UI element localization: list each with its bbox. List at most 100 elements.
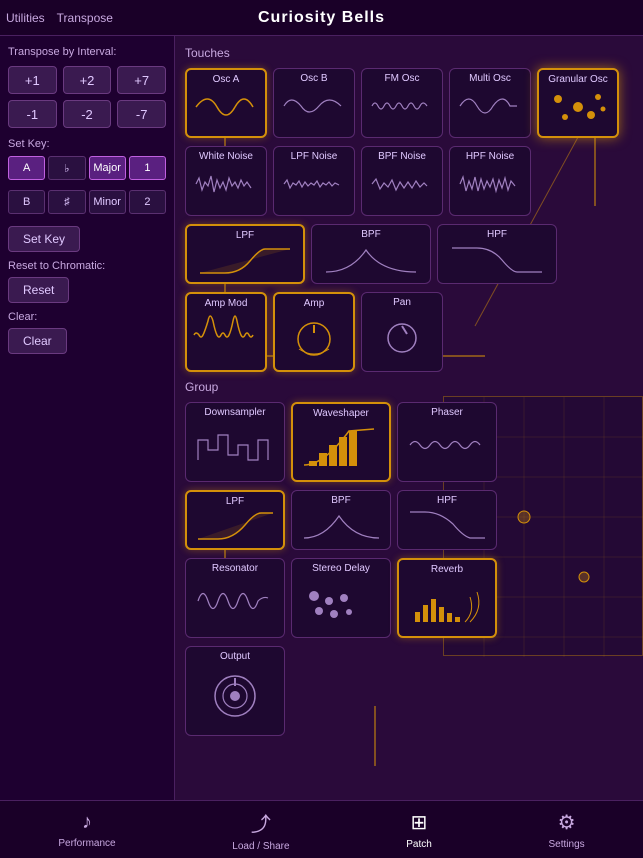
- key-sharp[interactable]: ♯: [48, 190, 85, 214]
- resonator-module[interactable]: Resonator: [185, 558, 285, 638]
- reverb-label: Reverb: [431, 564, 463, 575]
- amp-row: Amp Mod Amp Pan: [185, 292, 633, 372]
- patch-icon: ⊞: [411, 810, 428, 835]
- granular-osc-module[interactable]: Granular Osc: [537, 68, 619, 138]
- performance-icon: ♪: [82, 811, 92, 834]
- key-flat[interactable]: ♭: [48, 156, 85, 180]
- settings-label: Settings: [549, 839, 585, 850]
- amp-module[interactable]: Amp: [273, 292, 355, 372]
- clear-label: Clear:: [8, 311, 166, 323]
- lpf-noise-label: LPF Noise: [291, 151, 338, 162]
- output-wave: [190, 664, 280, 719]
- key-b[interactable]: B: [8, 190, 45, 214]
- stereo-delay-module[interactable]: Stereo Delay: [291, 558, 391, 638]
- footer: ♪ Performance ⤴ Load / Share ⊞ Patch ⚙ S…: [0, 800, 643, 858]
- interval-plus1[interactable]: +1: [8, 66, 57, 94]
- interval-minus1[interactable]: -1: [8, 100, 57, 128]
- effects-row: Resonator Stereo Delay: [185, 558, 633, 638]
- hpf-noise-module[interactable]: HPF Noise: [449, 146, 531, 216]
- multi-osc-module[interactable]: Multi Osc: [449, 68, 531, 138]
- g-bpf-wave: [296, 508, 386, 544]
- key-1[interactable]: 1: [129, 156, 166, 180]
- performance-label: Performance: [58, 838, 115, 849]
- lpf-noise-module[interactable]: LPF Noise: [273, 146, 355, 216]
- stereo-delay-wave: [296, 576, 386, 626]
- hpf-noise-wave: [454, 164, 526, 204]
- bpf-noise-wave: [366, 164, 438, 204]
- load-share-icon: ⤴: [251, 808, 271, 837]
- key-minor[interactable]: Minor: [89, 190, 126, 214]
- hpf-noise-label: HPF Noise: [466, 151, 514, 162]
- utilities-link[interactable]: Utilities: [6, 11, 45, 25]
- white-noise-label: White Noise: [199, 151, 253, 162]
- g-lpf-module[interactable]: LPF: [185, 490, 285, 550]
- load-share-label: Load / Share: [232, 841, 289, 852]
- transpose-label: Transpose by Interval:: [8, 46, 166, 58]
- output-row: Output: [185, 646, 633, 736]
- interval-row-neg: -1 -2 -7: [8, 100, 166, 128]
- white-noise-module[interactable]: White Noise: [185, 146, 267, 216]
- reverb-wave: [403, 577, 491, 627]
- footer-load-share[interactable]: ⤴ Load / Share: [232, 808, 289, 852]
- g-lpf-wave: [191, 509, 279, 545]
- header-nav[interactable]: Utilities Transpose: [6, 11, 113, 25]
- set-key-label: Set Key:: [8, 138, 166, 150]
- touches-title: Touches: [185, 46, 633, 60]
- filter-row: LPF BPF HPF: [185, 224, 633, 284]
- downsampler-module[interactable]: Downsampler: [185, 402, 285, 482]
- amp-mod-label: Amp Mod: [205, 298, 248, 309]
- waveshaper-module[interactable]: Waveshaper: [291, 402, 391, 482]
- g-hpf-module[interactable]: HPF: [397, 490, 497, 550]
- footer-settings[interactable]: ⚙ Settings: [549, 810, 585, 850]
- amp-mod-module[interactable]: Amp Mod: [185, 292, 267, 372]
- oscillator-row: Osc A Osc B FM Osc Multi Osc: [185, 68, 633, 138]
- interval-plus7[interactable]: +7: [117, 66, 166, 94]
- downsampler-wave: [190, 420, 280, 470]
- amp-mod-wave: [191, 311, 261, 359]
- lpf-module[interactable]: LPF: [185, 224, 305, 284]
- bpf-module[interactable]: BPF: [311, 224, 431, 284]
- lpf-wave: [191, 243, 299, 279]
- hpf-wave: [442, 242, 552, 278]
- key-major[interactable]: Major: [89, 156, 126, 180]
- osc-b-label: Osc B: [300, 73, 327, 84]
- lpf-noise-wave: [278, 164, 350, 204]
- fm-osc-module[interactable]: FM Osc: [361, 68, 443, 138]
- bpf-label: BPF: [361, 229, 380, 240]
- stereo-delay-label: Stereo Delay: [312, 563, 370, 574]
- waveshaper-label: Waveshaper: [313, 408, 369, 419]
- phaser-label: Phaser: [431, 407, 463, 418]
- amp-label: Amp: [304, 298, 325, 309]
- clear-button[interactable]: Clear: [8, 328, 67, 354]
- transpose-link[interactable]: Transpose: [57, 11, 113, 25]
- white-noise-wave: [190, 164, 262, 204]
- set-key-button[interactable]: Set Key: [8, 226, 80, 252]
- granular-osc-label: Granular Osc: [548, 74, 607, 85]
- hpf-module[interactable]: HPF: [437, 224, 557, 284]
- page-title: Curiosity Bells: [258, 9, 385, 27]
- g-bpf-module[interactable]: BPF: [291, 490, 391, 550]
- g-bpf-label: BPF: [331, 495, 350, 506]
- osc-b-module[interactable]: Osc B: [273, 68, 355, 138]
- reverb-module[interactable]: Reverb: [397, 558, 497, 638]
- g-lpf-label: LPF: [226, 496, 244, 507]
- footer-performance[interactable]: ♪ Performance: [58, 811, 115, 849]
- g-hpf-wave: [402, 508, 492, 544]
- key-a[interactable]: A: [8, 156, 45, 180]
- patch-label: Patch: [406, 839, 432, 850]
- pan-label: Pan: [393, 297, 411, 308]
- reset-button[interactable]: Reset: [8, 277, 69, 303]
- interval-minus2[interactable]: -2: [63, 100, 112, 128]
- key-2[interactable]: 2: [129, 190, 166, 214]
- lpf-label: LPF: [236, 230, 254, 241]
- interval-plus2[interactable]: +2: [63, 66, 112, 94]
- osc-a-module[interactable]: Osc A: [185, 68, 267, 138]
- output-module[interactable]: Output: [185, 646, 285, 736]
- pan-module[interactable]: Pan: [361, 292, 443, 372]
- footer-patch[interactable]: ⊞ Patch: [406, 810, 432, 850]
- bpf-noise-label: BPF Noise: [378, 151, 426, 162]
- interval-minus7[interactable]: -7: [117, 100, 166, 128]
- bpf-noise-module[interactable]: BPF Noise: [361, 146, 443, 216]
- phaser-module[interactable]: Phaser: [397, 402, 497, 482]
- osc-a-wave: [191, 87, 261, 127]
